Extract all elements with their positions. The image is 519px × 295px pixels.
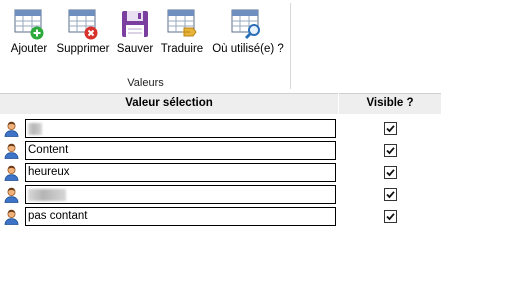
value-field[interactable]: Content (25, 141, 336, 160)
redacted-value (28, 189, 66, 201)
sauver-label: Sauver (116, 43, 154, 55)
column-header-visible-label: Visible ? (366, 97, 414, 109)
ribbon-toolbar: Ajouter Supprimer Sauver Traduire Où uti… (0, 0, 291, 92)
floppy-save-icon (122, 11, 148, 37)
table-translate-icon (167, 9, 197, 37)
checkmark-icon (386, 169, 395, 177)
ribbon-group-label: Valeurs (127, 77, 164, 89)
ou-utilise-button[interactable]: Où utilisé(e) ? (208, 5, 288, 61)
redacted-value (28, 123, 42, 135)
ou-utilise-label: Où utilisé(e) ? (212, 43, 284, 55)
traduire-label: Traduire (160, 43, 204, 55)
visible-checkbox[interactable] (384, 210, 397, 223)
value-text: pas contant (28, 210, 88, 222)
column-header-value-label: Valeur sélection (125, 97, 213, 109)
supprimer-button[interactable]: Supprimer (54, 5, 112, 61)
ajouter-button[interactable]: Ajouter (6, 5, 52, 61)
visible-checkbox[interactable] (384, 144, 397, 157)
table-add-icon (14, 9, 44, 40)
sauver-button[interactable]: Sauver (114, 5, 156, 61)
checkmark-icon (386, 147, 395, 155)
value-field[interactable]: heureux (25, 163, 336, 182)
column-header-value[interactable]: Valeur sélection (0, 93, 338, 114)
table-search-icon (231, 9, 260, 40)
ribbon-separator (290, 3, 291, 89)
table-row: Content (0, 140, 441, 162)
visible-checkbox[interactable] (384, 188, 397, 201)
user-icon (4, 143, 19, 159)
column-header-visible[interactable]: Visible ? (339, 93, 441, 114)
table-row (0, 118, 441, 140)
visible-checkbox[interactable] (384, 166, 397, 179)
user-icon (4, 165, 19, 181)
table-row (0, 184, 441, 206)
visible-checkbox[interactable] (384, 122, 397, 135)
user-icon (4, 209, 19, 225)
value-text: heureux (28, 166, 70, 178)
user-icon (4, 187, 19, 203)
table-row: heureux (0, 162, 441, 184)
value-field[interactable]: pas contant (25, 207, 336, 226)
checkmark-icon (386, 213, 395, 221)
table-delete-icon (68, 9, 98, 40)
value-field[interactable] (25, 185, 336, 204)
ajouter-label: Ajouter (10, 43, 48, 55)
user-icon (4, 121, 19, 137)
supprimer-label: Supprimer (56, 43, 110, 55)
traduire-button[interactable]: Traduire (158, 5, 206, 61)
table-row: pas contant (0, 206, 441, 228)
checkmark-icon (386, 191, 395, 199)
checkmark-icon (386, 125, 395, 133)
value-text: Content (28, 144, 69, 156)
value-field[interactable] (25, 119, 336, 138)
